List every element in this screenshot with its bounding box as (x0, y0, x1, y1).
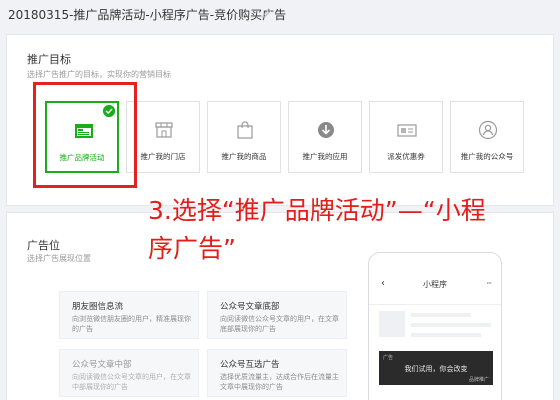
slot-article-middle[interactable]: 公众号文章中部 向阅读微信公众号文章的用户，在文章中部展现你的广告 (59, 349, 199, 397)
option-coupon[interactable]: 派发优惠券 (369, 101, 443, 173)
ad-tag: 广告 (383, 355, 394, 361)
instruction-annotation: 3.选择“推广品牌活动”—“小程 序广告” (148, 192, 548, 268)
coupon-icon (397, 124, 417, 137)
ad-preview-phone: ‹ 小程序 ··· 广告 我们试用，你会改变 品牌推广 (368, 252, 502, 400)
placement-title: 广告位 (27, 239, 60, 252)
campaign-title: 20180315-推广品牌活动-小程序广告-竞价购买广告 (8, 8, 287, 22)
option-label: 推广我的门店 (140, 152, 186, 161)
preview-title: 小程序 (423, 280, 447, 289)
slot-title: 公众号文章中部 (72, 360, 132, 370)
slot-desc: 向浏览微信朋友圈的用户，精准展现你的广告 (72, 315, 191, 333)
pencil-icon[interactable] (262, 8, 272, 18)
more-icon: ··· (486, 279, 492, 288)
placement-subtitle: 选择广告展现位置 (27, 254, 91, 263)
option-official-account[interactable]: 推广我的公众号 (450, 101, 524, 173)
slot-article-bottom[interactable]: 公众号文章底部 向阅读微信公众号文章的用户，在文章底部展现你的广告 (207, 291, 347, 339)
objective-title: 推广目标 (27, 53, 71, 66)
option-store[interactable]: 推广我的门店 (126, 101, 200, 173)
ad-banner: 广告 我们试用，你会改变 品牌推广 (379, 351, 493, 385)
option-app[interactable]: 推广我的应用 (288, 101, 362, 173)
annotation-line-1: 3.选择“推广品牌活动”—“小程 (148, 196, 486, 225)
option-label: 推广我的应用 (302, 152, 348, 161)
objective-subtitle: 选择广告推广的目标，实现你的营销目标 (27, 70, 171, 79)
slot-mutual-selection[interactable]: 公众号互选广告 选择优质流量主，达成合作后在流量主文章中展现你的广告 (207, 349, 347, 397)
user-circle-icon (478, 120, 498, 140)
slot-title: 公众号互选广告 (220, 360, 280, 370)
option-product[interactable]: 推广我的商品 (207, 101, 281, 173)
shopping-bag-icon (237, 121, 253, 139)
slot-desc: 向阅读微信公众号文章的用户，在文章中部展现你的广告 (72, 373, 191, 391)
slot-title: 公众号文章底部 (220, 302, 280, 312)
option-label: 推广我的商品 (221, 152, 267, 161)
annotation-line-2: 序广告” (148, 234, 236, 263)
ad-mark: 品牌推广 (468, 377, 489, 383)
ad-text: 我们试用，你会改变 (404, 365, 468, 373)
option-label: 推广我的公众号 (460, 152, 514, 161)
placeholder-line (411, 313, 471, 317)
preview-nav-bar: ‹ 小程序 ··· (369, 263, 501, 305)
slot-title: 朋友圈信息流 (72, 302, 124, 312)
placeholder-line (411, 323, 491, 327)
slot-moments-feed[interactable]: 朋友圈信息流 向浏览微信朋友圈的用户，精准展现你的广告 (59, 291, 199, 339)
option-label: 派发优惠券 (387, 152, 425, 161)
placeholder-line (411, 333, 481, 337)
storefront-icon (155, 122, 173, 138)
title-bar: 20180315-推广品牌活动-小程序广告-竞价购买广告 (0, 0, 560, 28)
placeholder-image (379, 311, 405, 337)
slot-desc: 向阅读微信公众号文章的用户，在文章底部展现你的广告 (220, 315, 339, 333)
download-circle-icon (318, 122, 334, 138)
highlight-box (33, 82, 137, 188)
slot-desc: 选择优质流量主，达成合作后在流量主文章中展现你的广告 (220, 373, 339, 391)
